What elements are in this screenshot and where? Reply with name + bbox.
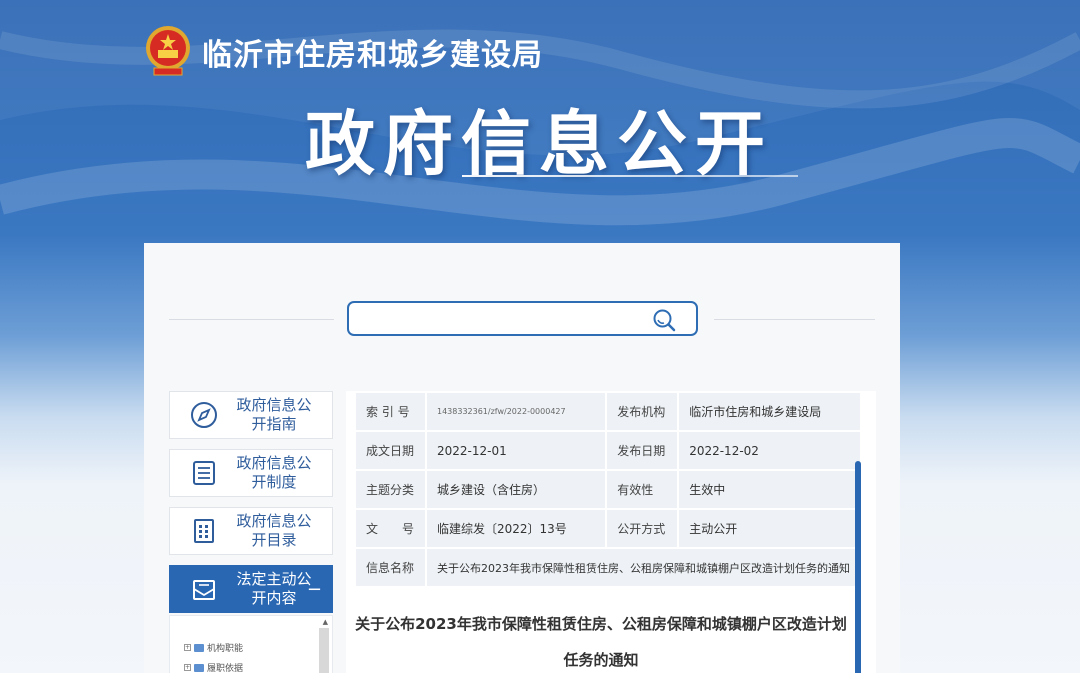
doc-number-label: 文 号: [354, 508, 427, 549]
nav-item-catalog[interactable]: 政府信息公开目录: [169, 507, 333, 555]
nav-item-label: 政府信息公开指南: [236, 396, 312, 433]
search-icon[interactable]: [652, 308, 676, 332]
topic-value: 城乡建设（含住房）: [424, 469, 608, 510]
search-input[interactable]: [347, 301, 698, 336]
published-date-label: 发布日期: [605, 430, 680, 471]
document-title-line2: 任务的通知: [563, 651, 639, 669]
info-detail: 索 引 号 1438332361/zfw/2022-0000427 发布机构 临…: [346, 391, 876, 673]
scroll-up-icon[interactable]: ▲: [323, 618, 328, 626]
nav-item-statutory-content[interactable]: 法定主动公开内容 −: [169, 565, 333, 613]
validity-value: 生效中: [677, 469, 862, 510]
envelope-icon: [184, 571, 224, 607]
tree-item[interactable]: + 机构职能: [184, 641, 243, 654]
info-name-value: 关于公布2023年我市保障性租赁住房、公租房保障和城镇棚户区改造计划任务的通知: [425, 547, 862, 588]
document-title: 关于公布2023年我市保障性租赁住房、公租房保障和城镇棚户区改造计划 任务的通知: [354, 606, 848, 673]
publisher-label: 发布机构: [605, 391, 680, 432]
agency-name: 临沂市住房和城乡建设局: [202, 38, 543, 73]
index-no-value: 1438332361/zfw/2022-0000427: [424, 391, 608, 432]
nav-item-guide[interactable]: 政府信息公开指南: [169, 391, 333, 439]
folder-icon: [194, 643, 204, 652]
content-tree: + 机构职能 + 履职依据 ▲: [169, 615, 333, 673]
doc-number-value: 临建综发〔2022〕13号: [424, 508, 608, 549]
disclosure-label: 公开方式: [605, 508, 680, 549]
side-nav: 政府信息公开指南 政府信息公开制度 政府信息公开目录 法定主动公开内容 −: [169, 391, 333, 623]
publisher-value: 临沂市住房和城乡建设局: [677, 391, 862, 432]
national-emblem-icon: [144, 24, 192, 80]
table-row: 索 引 号 1438332361/zfw/2022-0000427 发布机构 临…: [354, 391, 862, 432]
metadata-table: 索 引 号 1438332361/zfw/2022-0000427 发布机构 临…: [354, 391, 862, 588]
published-date-value: 2022-12-02: [677, 430, 862, 471]
catalog-grid-icon: [184, 513, 224, 549]
document-title-line1: 关于公布2023年我市保障性租赁住房、公租房保障和城镇棚户区改造计划: [355, 615, 847, 633]
index-no-label: 索 引 号: [354, 391, 427, 432]
folder-icon: [194, 663, 204, 672]
search-divider-right: [714, 319, 875, 320]
topic-label: 主题分类: [354, 469, 427, 510]
disclosure-value: 主动公开: [677, 508, 862, 549]
tree-scrollbar[interactable]: [319, 628, 329, 673]
expand-icon[interactable]: +: [184, 644, 191, 651]
title-underline: [462, 175, 798, 177]
site-header: 临沂市住房和城乡建设局: [144, 24, 543, 80]
expand-icon[interactable]: +: [184, 664, 191, 671]
content-scrollbar[interactable]: [855, 461, 861, 673]
main-panel: 政府信息公开指南 政府信息公开制度 政府信息公开目录 法定主动公开内容 − + …: [144, 243, 900, 673]
document-list-icon: [184, 455, 224, 491]
nav-item-label: 政府信息公开目录: [236, 512, 312, 549]
nav-item-system[interactable]: 政府信息公开制度: [169, 449, 333, 497]
table-row: 成文日期 2022-12-01 发布日期 2022-12-02: [354, 430, 862, 471]
table-row: 主题分类 城乡建设（含住房） 有效性 生效中: [354, 469, 862, 510]
tree-item-label: 履职依据: [207, 664, 244, 673]
collapse-toggle-icon[interactable]: −: [307, 579, 322, 600]
page-title: 政府信息公开: [305, 103, 773, 185]
table-row: 信息名称 关于公布2023年我市保障性租赁住房、公租房保障和城镇棚户区改造计划任…: [354, 547, 862, 588]
info-name-label: 信息名称: [354, 547, 427, 588]
table-row: 文 号 临建综发〔2022〕13号 公开方式 主动公开: [354, 508, 862, 549]
tree-item[interactable]: + 履职依据: [184, 661, 243, 673]
nav-item-label: 法定主动公开内容: [236, 570, 312, 607]
nav-item-label: 政府信息公开制度: [236, 454, 312, 491]
tree-item-label: 机构职能: [207, 644, 244, 654]
created-date-label: 成文日期: [354, 430, 427, 471]
search-divider-left: [169, 319, 334, 320]
validity-label: 有效性: [605, 469, 680, 510]
created-date-value: 2022-12-01: [424, 430, 608, 471]
compass-icon: [184, 397, 224, 433]
